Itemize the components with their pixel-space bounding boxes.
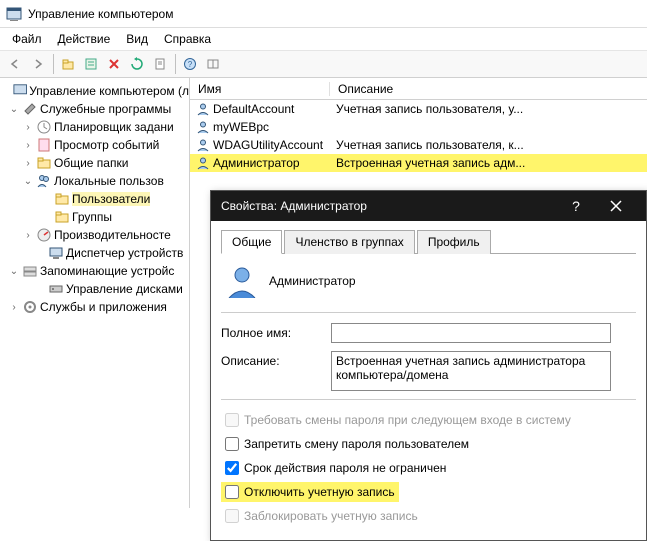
dialog-title: Свойства: Администратор	[221, 199, 367, 213]
dialog-titlebar[interactable]: Свойства: Администратор ?	[211, 191, 646, 221]
delete-button[interactable]	[103, 53, 125, 75]
user-name-label: Администратор	[269, 274, 356, 288]
list-row-selected[interactable]: Администратор Встроенная учетная запись …	[190, 154, 647, 172]
tree-shared-folders[interactable]: Общие папки	[54, 156, 128, 170]
col-name[interactable]: Имя	[190, 82, 330, 96]
menu-file[interactable]: Файл	[6, 30, 48, 48]
user-icon	[196, 156, 210, 170]
expand-icon[interactable]: ⌄	[8, 104, 20, 115]
tree-storage[interactable]: Запоминающие устройс	[40, 264, 174, 278]
properties-dialog: Свойства: Администратор ? Общие Членство…	[210, 190, 647, 541]
folder-icon	[54, 209, 70, 225]
svg-text:?: ?	[188, 60, 193, 69]
performance-icon	[36, 227, 52, 243]
user-icon	[196, 120, 210, 134]
list-row[interactable]: DefaultAccount Учетная запись пользовате…	[190, 100, 647, 118]
checkbox-cant-change[interactable]: Запретить смену пароля пользователем	[221, 434, 636, 454]
dialog-close-button[interactable]	[596, 191, 636, 221]
tree-users[interactable]: Пользователи	[72, 192, 150, 206]
app-icon	[6, 6, 22, 22]
expand-icon[interactable]: ⌄	[22, 176, 34, 187]
checkbox-locked: Заблокировать учетную запись	[221, 506, 636, 526]
tab-profile[interactable]: Профиль	[417, 230, 491, 254]
nav-back-button[interactable]	[4, 53, 26, 75]
menu-help[interactable]: Справка	[158, 30, 217, 48]
expand-icon[interactable]: ›	[22, 230, 34, 241]
tab-strip: Общие Членство в группах Профиль	[221, 229, 636, 254]
tree-groups[interactable]: Группы	[72, 210, 112, 224]
help-button[interactable]: ?	[179, 53, 201, 75]
disk-mgmt-icon	[48, 281, 64, 297]
window-split-button[interactable]	[202, 53, 224, 75]
menu-view[interactable]: Вид	[120, 30, 154, 48]
folder-up-button[interactable]	[57, 53, 79, 75]
tree-event-viewer[interactable]: Просмотр событий	[54, 138, 159, 152]
tree-services[interactable]: Службы и приложения	[40, 300, 167, 314]
tab-membership[interactable]: Членство в группах	[284, 230, 414, 254]
scheduler-icon	[36, 119, 52, 135]
tools-icon	[22, 101, 38, 117]
fullname-input[interactable]	[331, 323, 611, 343]
list-name: DefaultAccount	[213, 102, 294, 116]
tree-system-tools[interactable]: Служебные программы	[40, 102, 171, 116]
tree-device-mgr[interactable]: Диспетчер устройств	[66, 246, 183, 260]
tree-performance[interactable]: Производительносте	[54, 228, 171, 242]
computer-icon	[13, 83, 27, 99]
nav-forward-button[interactable]	[27, 53, 49, 75]
properties-button[interactable]	[80, 53, 102, 75]
list-row[interactable]: WDAGUtilityAccount Учетная запись пользо…	[190, 136, 647, 154]
list-desc: Учетная запись пользователя, к...	[336, 138, 524, 152]
list-name: myWEBpc	[213, 120, 269, 134]
checkbox-disable-account[interactable]: Отключить учетную запись	[221, 482, 399, 502]
title-bar: Управление компьютером	[0, 0, 647, 28]
tree-task-scheduler[interactable]: Планировщик задани	[54, 120, 174, 134]
tab-general[interactable]: Общие	[221, 230, 282, 254]
navigation-tree[interactable]: Управление компьютером (л ⌄ Служебные про…	[0, 78, 190, 508]
expand-icon[interactable]: ›	[22, 158, 34, 169]
window-title: Управление компьютером	[28, 7, 173, 21]
checkbox-locked-input	[225, 509, 239, 523]
expand-icon[interactable]: ⌄	[8, 266, 20, 277]
export-button[interactable]	[149, 53, 171, 75]
checkbox-never-expires[interactable]: Срок действия пароля не ограничен	[221, 458, 636, 478]
checkbox-never-expires-input[interactable]	[225, 461, 239, 475]
user-icon	[196, 138, 210, 152]
services-icon	[22, 299, 38, 315]
tree-root[interactable]: Управление компьютером (л	[29, 84, 189, 98]
list-name: Администратор	[213, 156, 300, 170]
checkbox-must-change-input	[225, 413, 239, 427]
list-name: WDAGUtilityAccount	[213, 138, 323, 152]
menu-bar: Файл Действие Вид Справка	[0, 28, 647, 50]
list-desc: Встроенная учетная запись адм...	[336, 156, 525, 170]
list-desc: Учетная запись пользователя, у...	[336, 102, 523, 116]
eventlog-icon	[36, 137, 52, 153]
user-large-icon	[225, 264, 259, 298]
checkbox-disable-account-input[interactable]	[225, 485, 239, 499]
list-header: Имя Описание	[190, 78, 647, 100]
expand-icon[interactable]: ›	[22, 140, 34, 151]
menu-action[interactable]: Действие	[52, 30, 117, 48]
device-mgr-icon	[48, 245, 64, 261]
user-icon	[196, 102, 210, 116]
dialog-help-button[interactable]: ?	[556, 191, 596, 221]
fullname-label: Полное имя:	[221, 323, 331, 340]
refresh-button[interactable]	[126, 53, 148, 75]
expand-icon[interactable]: ›	[8, 302, 20, 313]
expand-icon[interactable]: ›	[22, 122, 34, 133]
storage-icon	[22, 263, 38, 279]
description-input[interactable]: Встроенная учетная запись администратора…	[331, 351, 611, 391]
tree-local-users[interactable]: Локальные пользов	[54, 174, 164, 188]
toolbar: ?	[0, 50, 647, 78]
description-label: Описание:	[221, 351, 331, 368]
checkbox-cant-change-input[interactable]	[225, 437, 239, 451]
col-desc[interactable]: Описание	[330, 82, 401, 96]
folder-icon	[54, 191, 70, 207]
checkbox-must-change: Требовать смены пароля при следующем вхо…	[221, 410, 636, 430]
tree-disk-mgmt[interactable]: Управление дисками	[66, 282, 183, 296]
list-row[interactable]: myWEBpc	[190, 118, 647, 136]
folder-icon	[36, 155, 52, 171]
users-icon	[36, 173, 52, 189]
